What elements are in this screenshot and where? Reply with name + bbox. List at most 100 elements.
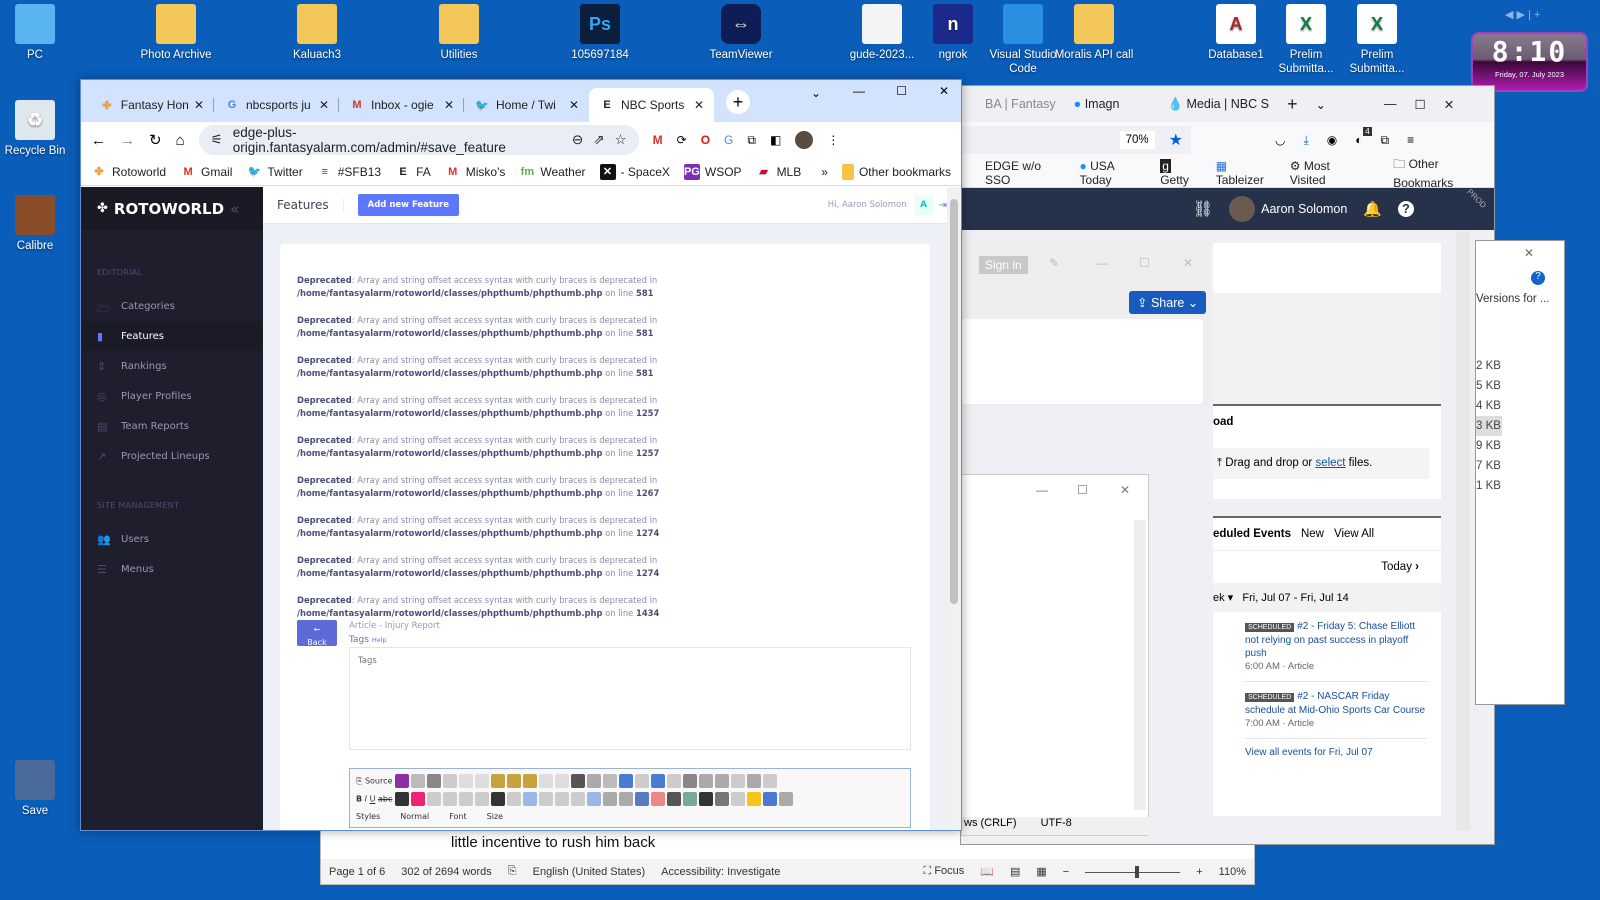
maximize-button[interactable]: ☐	[896, 84, 907, 98]
maximize-button[interactable]: ☐	[1077, 483, 1088, 497]
chrome-tab[interactable]: M Inbox - ogie ✕	[339, 88, 464, 122]
strike-button[interactable]: abc	[378, 795, 392, 804]
desktop-icon[interactable]: Moralis API call	[1054, 4, 1134, 62]
close-button[interactable]: ✕	[1183, 256, 1193, 270]
firefox-scrollbar[interactable]	[1456, 231, 1470, 831]
file-size[interactable]: 2 KB	[1476, 356, 1502, 376]
pocket-icon[interactable]: ◡	[1275, 133, 1285, 147]
logout-icon[interactable]: ⇥	[939, 200, 947, 211]
bookmark-tableizer[interactable]: ▦ Tableizer	[1216, 159, 1274, 187]
close-tab-icon[interactable]: ✕	[569, 98, 579, 112]
close-tab-icon[interactable]: ✕	[694, 98, 704, 112]
share-button[interactable]: ⇪ Share ⌄	[1129, 291, 1207, 314]
desktop-icon[interactable]: X Prelim Submitta...	[1266, 4, 1346, 76]
zoom-indicator[interactable]: 70%	[1119, 131, 1155, 149]
close-button[interactable]: ✕	[939, 84, 949, 98]
bookmark-getty[interactable]: g Getty	[1160, 158, 1200, 187]
desktop-icon[interactable]: Photo Archive	[136, 4, 216, 62]
zoom-out-button[interactable]: −	[1063, 866, 1069, 878]
source-button[interactable]: ⎘ Source	[356, 777, 392, 786]
bookmark[interactable]: PG WSOP	[683, 163, 742, 180]
desktop-icon[interactable]: Visual Studio Code	[983, 4, 1063, 76]
chrome-tab[interactable]: 🐦 Home / Twi ✕	[464, 88, 589, 122]
desktop-icon[interactable]: Ps 105697184	[560, 4, 640, 62]
more-bookmarks-button[interactable]: »	[821, 165, 828, 179]
desktop-icon[interactable]: ♻ Recycle Bin	[0, 100, 75, 158]
tab-search-icon[interactable]: ⌄	[811, 86, 821, 100]
add-new-feature-button[interactable]: Add new Feature	[357, 194, 459, 216]
web-layout-icon[interactable]: ▦	[1036, 865, 1046, 878]
desktop-icon[interactable]: ⇔ TeamViewer	[701, 4, 781, 62]
file-size[interactable]: 9 KB	[1476, 436, 1502, 456]
select-files-link[interactable]: select	[1315, 457, 1345, 469]
file-size[interactable]: 7 KB	[1476, 456, 1502, 476]
accessibility-status[interactable]: Accessibility: Investigate	[661, 866, 780, 878]
extensions-icon[interactable]: ⧉	[747, 133, 756, 148]
download-icon[interactable]: ⤓	[1303, 133, 1308, 148]
print-layout-icon[interactable]: ▤	[1010, 865, 1020, 878]
close-button[interactable]: ✕	[1444, 97, 1454, 112]
firefox-tab[interactable]: 💧 Media | NBC S	[1167, 97, 1269, 112]
bookmark[interactable]: ▰ MLB	[756, 164, 801, 180]
date-range[interactable]: ek ▾ Fri, Jul 07 - Fri, Jul 14	[1213, 583, 1441, 612]
gmail-extension-icon[interactable]: M	[653, 133, 663, 147]
chrome-tab[interactable]: Gnbcsports ju ✕	[214, 88, 339, 122]
help-icon[interactable]: ?	[1531, 271, 1545, 285]
scheduled-event[interactable]: SCHEDULED #2 - Friday 5: Chase Elliott no…	[1245, 612, 1427, 682]
close-tab-icon[interactable]: ✕	[444, 98, 454, 112]
bookmark[interactable]: E FA	[395, 164, 430, 180]
url-text[interactable]: edge-plus-origin.fantasyalarm.com/admin/…	[233, 125, 562, 155]
forward-icon[interactable]: →	[120, 132, 135, 149]
other-bookmarks[interactable]: Other bookmarks	[841, 163, 951, 180]
close-tab-icon[interactable]: ✕	[194, 98, 204, 112]
rotoworld-logo[interactable]: ✤ ROTOWORLD «	[81, 187, 263, 230]
back-icon[interactable]: ←	[91, 132, 106, 149]
desktop-icon[interactable]: Save	[0, 760, 75, 818]
bold-button[interactable]: B	[356, 795, 362, 804]
rich-text-editor[interactable]: ⎘ Source B I U abc Styles Normal Font Size	[349, 768, 911, 828]
view-all-link[interactable]: View All	[1334, 528, 1374, 540]
zoom-level[interactable]: 110%	[1219, 866, 1246, 878]
menu-icon[interactable]: ≡	[1407, 133, 1414, 147]
help-icon[interactable]: ?	[1398, 201, 1414, 217]
bookmark[interactable]: ✤ Rotoworld	[91, 164, 166, 180]
font-select[interactable]: Font	[449, 810, 466, 823]
new-tab-button[interactable]: +	[1287, 94, 1298, 115]
desktop-icon[interactable]: A Database1	[1196, 4, 1276, 62]
styles-select[interactable]: Styles	[356, 810, 380, 823]
scrollbar-thumb[interactable]	[950, 199, 958, 604]
tags-textarea[interactable]	[349, 647, 911, 750]
pen-icon[interactable]: ✎	[1049, 256, 1059, 270]
address-bar[interactable]: ⚟ edge-plus-origin.fantasyalarm.com/admi…	[198, 125, 639, 155]
user-avatar[interactable]: A	[914, 195, 933, 215]
zoom-in-button[interactable]: +	[1196, 866, 1202, 878]
file-size[interactable]: 3 KB	[1476, 416, 1502, 436]
language[interactable]: English (United States)	[533, 866, 646, 878]
desktop-icon[interactable]: X Prelim Submitta...	[1337, 4, 1417, 76]
desktop-icon[interactable]: Calibre	[0, 195, 75, 253]
new-event-link[interactable]: New	[1301, 528, 1324, 540]
sign-in-button[interactable]: Sign in	[979, 256, 1028, 274]
close-button[interactable]: ✕	[1120, 483, 1130, 497]
sidebar-item-categories[interactable]: 🗁 Categories	[81, 291, 263, 321]
user-greeting[interactable]: Hi, Aaron Solomon	[828, 200, 907, 210]
today-nav[interactable]: Today ›	[1213, 551, 1441, 583]
bookmark-usa-today[interactable]: ● USA Today	[1080, 159, 1145, 187]
extension-icon[interactable]: ◉	[1327, 133, 1337, 147]
tab-list-button[interactable]: ⌄	[1315, 97, 1325, 112]
home-icon[interactable]: ⌂	[176, 132, 185, 149]
read-mode-icon[interactable]: 📖	[980, 865, 994, 878]
bookmark-star-icon[interactable]: ★	[1169, 130, 1183, 150]
tags-help-link[interactable]: Help	[372, 636, 387, 644]
zoom-slider[interactable]	[1085, 865, 1181, 878]
focus-button[interactable]: ⛶ Focus	[924, 865, 965, 878]
opera-extension-icon[interactable]: O	[701, 133, 710, 147]
site-info-icon[interactable]: ⚟	[211, 132, 223, 148]
chrome-menu-icon[interactable]: ⋮	[827, 133, 839, 147]
page-scrollbar[interactable]	[947, 187, 961, 830]
profile-avatar[interactable]	[795, 131, 814, 149]
sidebar-item-team-reports[interactable]: ▤ Team Reports	[81, 411, 263, 441]
side-panel-icon[interactable]: ◧	[770, 133, 781, 147]
share-icon[interactable]: ⇗	[593, 132, 604, 148]
page-count[interactable]: Page 1 of 6	[329, 866, 385, 878]
